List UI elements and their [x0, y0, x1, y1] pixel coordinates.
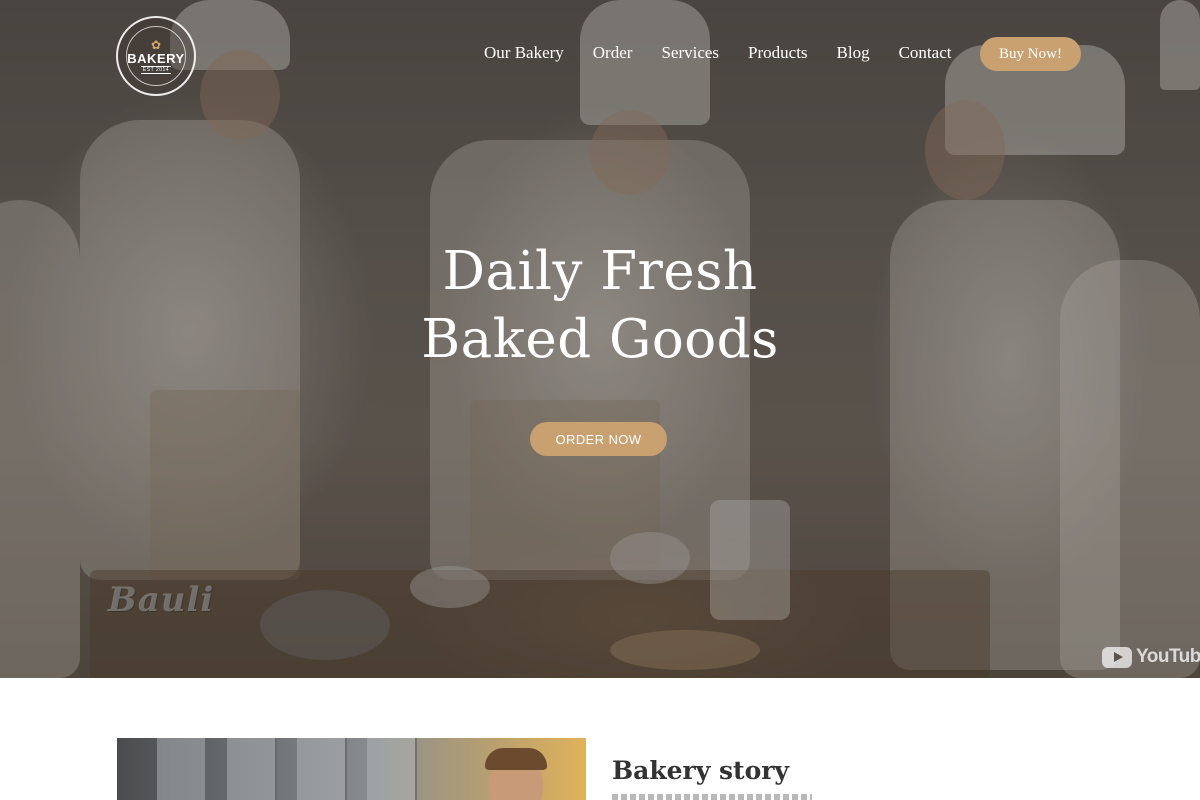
- pretzel-icon: ✿: [150, 37, 162, 52]
- nav-item-order[interactable]: Order: [593, 40, 633, 66]
- hero-headline: Daily Fresh Baked Goods: [0, 238, 1200, 374]
- logo-name: BAKERY: [127, 50, 185, 66]
- hero-headline-line2: Baked Goods: [421, 309, 779, 370]
- hero-headline-line1: Daily Fresh: [442, 241, 758, 302]
- baker-hair: [485, 748, 547, 770]
- brand-logo[interactable]: ✿ BAKERY EST 2014: [116, 16, 196, 96]
- bakery-story-image: [117, 738, 586, 800]
- nav-item-services[interactable]: Services: [661, 40, 719, 66]
- oven-panel: [227, 738, 277, 800]
- oven-panel: [157, 738, 207, 800]
- order-now-button[interactable]: ORDER NOW: [530, 422, 667, 456]
- nav-item-products[interactable]: Products: [748, 40, 808, 66]
- logo-badge: ✿ BAKERY EST 2014: [126, 26, 186, 86]
- main-nav: Our Bakery Order Services Products Blog …: [484, 40, 980, 66]
- oven-panel: [367, 738, 417, 800]
- bakery-story-title: Bakery story: [612, 756, 789, 785]
- nav-item-our-bakery[interactable]: Our Bakery: [484, 40, 564, 66]
- nav-item-blog[interactable]: Blog: [837, 40, 870, 66]
- oven-panel: [297, 738, 347, 800]
- youtube-label: YouTube: [1136, 646, 1200, 667]
- bakery-story-text-preview: [612, 794, 812, 800]
- hero-section: Bauli ✿ BAKERY EST 2014 Our Bakery Order…: [0, 0, 1200, 678]
- youtube-watermark[interactable]: YouTube: [1102, 646, 1200, 668]
- logo-est: EST 2014: [140, 65, 172, 74]
- nav-item-contact[interactable]: Contact: [899, 40, 952, 66]
- buy-now-button[interactable]: Buy Now!: [980, 37, 1081, 71]
- youtube-play-icon: [1102, 646, 1132, 668]
